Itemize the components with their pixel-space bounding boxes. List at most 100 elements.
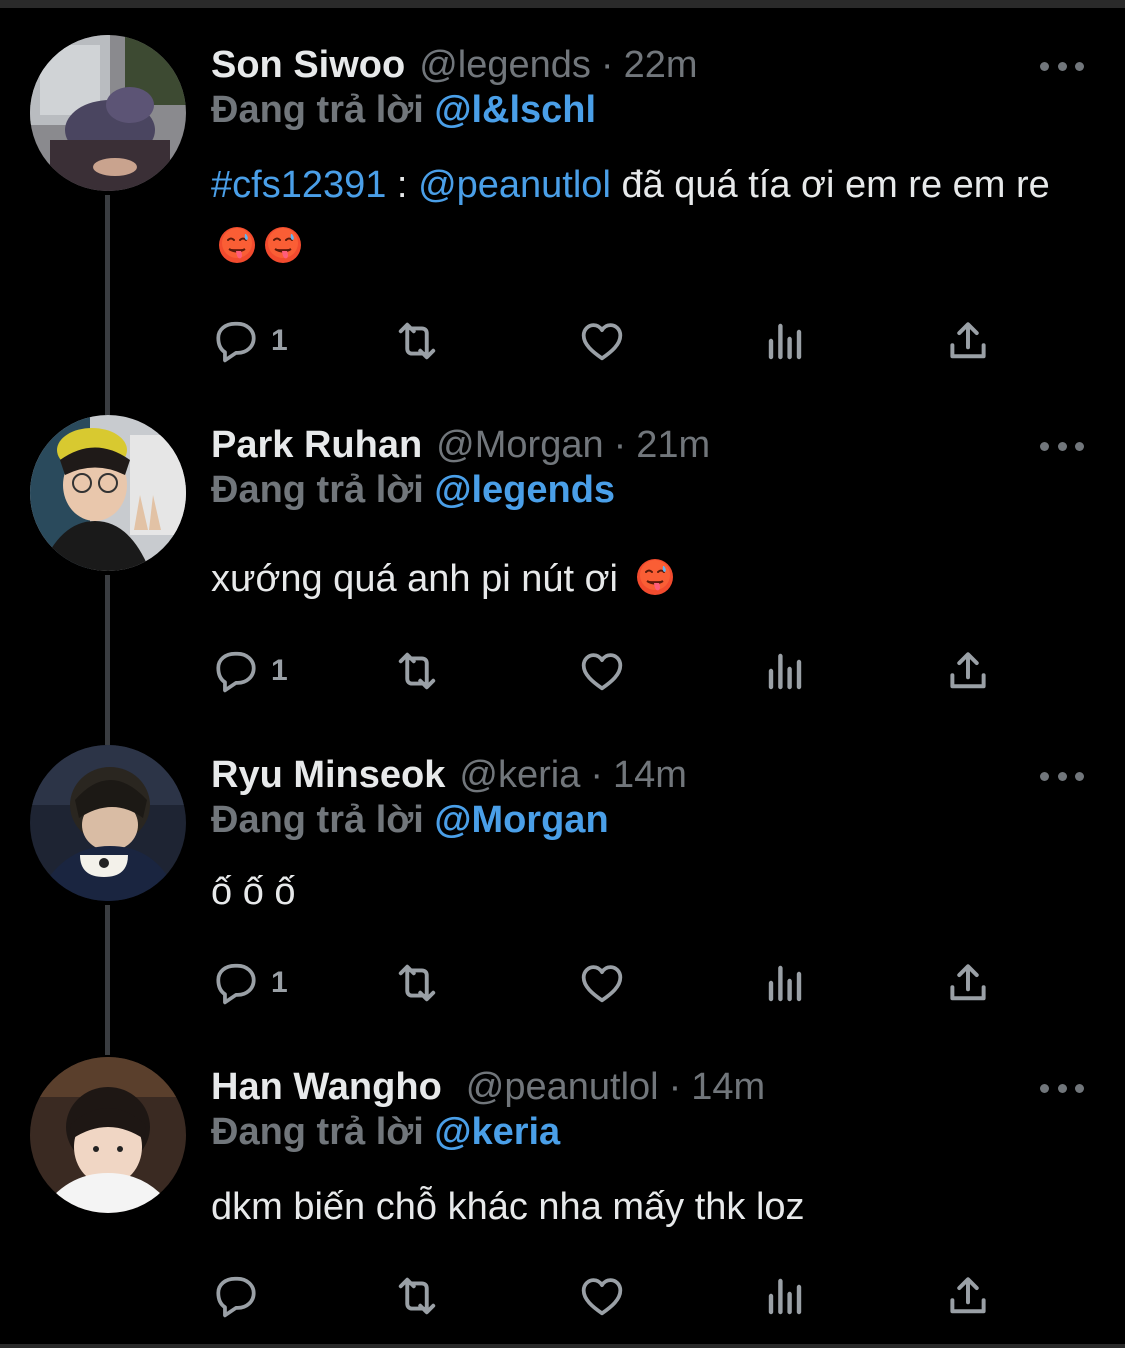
views-button[interactable] [761,643,809,699]
avatar[interactable] [30,745,186,901]
reply-mention[interactable]: @Morgan [434,799,608,841]
replying-label: Đang trả lời [211,1111,424,1153]
heart-icon [577,958,627,1008]
more-icon[interactable] [1040,53,1084,79]
retweet-button[interactable] [391,955,443,1011]
heart-icon [577,1271,627,1321]
hashtag-link[interactable]: #cfs12391 [211,164,386,206]
retweet-icon [391,957,443,1009]
tweet-text: #cfs12391 : @peanutlol đã quá tía ơi em … [211,154,1091,278]
tweet-han-wangho[interactable]: Han Wangho @peanutlol · 14m Đang trả lời… [0,1057,1125,1342]
retweet-icon [391,315,443,367]
heart-icon [577,646,627,696]
tweet-text: xướng quá anh pi nút ơi [211,548,1091,610]
username[interactable]: @keria [459,754,580,797]
display-name[interactable]: Han Wangho [211,1066,442,1109]
reply-icon [211,646,261,696]
hot-face-emoji [635,557,675,597]
share-button[interactable] [943,643,993,699]
share-button[interactable] [943,313,993,369]
display-name[interactable]: Son Siwoo [211,44,405,87]
action-bar: 1 [211,313,1001,369]
tweet-header: Han Wangho @peanutlol · 14m [211,1057,765,1117]
retweet-icon [391,1270,443,1322]
timestamp[interactable]: 14m [691,1066,765,1109]
avatar[interactable] [30,415,186,571]
retweet-button[interactable] [391,313,443,369]
reply-count: 1 [271,966,288,999]
display-name[interactable]: Ryu Minseok [211,754,445,797]
reply-mention[interactable]: @keria [434,1111,560,1153]
retweet-button[interactable] [391,1268,443,1324]
share-button[interactable] [943,1268,993,1324]
text-content: đã quá tía ơi em re em re [610,164,1050,206]
separator-dot: · [600,43,614,86]
replying-to: Đang trả lời @legends [211,469,615,512]
mention-link[interactable]: @peanutlol [418,164,611,206]
reply-mention[interactable]: @l&lschl [434,89,596,131]
bottom-border [0,1344,1125,1348]
hot-face-emoji [263,225,303,265]
reply-icon [211,958,261,1008]
analytics-icon [761,317,809,365]
tweet-park-ruhan[interactable]: Park Ruhan @Morgan · 21m Đang trả lời @l… [0,415,1125,745]
analytics-icon [761,959,809,1007]
timestamp[interactable]: 22m [624,44,698,87]
replying-label: Đang trả lời [211,469,424,511]
reply-button[interactable]: 1 [211,313,288,369]
share-button[interactable] [943,955,993,1011]
more-icon[interactable] [1040,433,1084,459]
username[interactable]: @Morgan [436,424,603,467]
more-icon[interactable] [1040,763,1084,789]
tweet-son-siwoo[interactable]: Son Siwoo @legends · 22m Đang trả lời @l… [0,35,1125,415]
replying-to: Đang trả lời @keria [211,1111,560,1154]
username[interactable]: @peanutlol [466,1066,659,1109]
replying-to: Đang trả lời @Morgan [211,799,609,842]
reply-icon [211,1271,261,1321]
replying-to: Đang trả lời @l&lschl [211,89,596,132]
views-button[interactable] [761,1268,809,1324]
username[interactable]: @legends [419,44,591,87]
share-icon [943,316,993,366]
thread-line [105,905,110,1055]
analytics-icon [761,647,809,695]
separator-dot: · [613,423,627,466]
reply-icon [211,316,261,366]
hot-face-emoji [217,225,257,265]
avatar[interactable] [30,1057,186,1213]
display-name[interactable]: Park Ruhan [211,424,422,467]
avatar[interactable] [30,35,186,191]
retweet-button[interactable] [391,643,443,699]
views-button[interactable] [761,955,809,1011]
replying-label: Đang trả lời [211,89,424,131]
tweet-text: dkm biến chỗ khác nha mấy thk loz [211,1176,1091,1238]
share-icon [943,1271,993,1321]
analytics-icon [761,1272,809,1320]
like-button[interactable] [577,313,627,369]
share-icon [943,958,993,1008]
more-icon[interactable] [1040,1075,1084,1101]
text-content: dkm biến chỗ khác nha mấy thk loz [211,1186,805,1228]
views-button[interactable] [761,313,809,369]
reply-button[interactable]: 1 [211,643,288,699]
reply-mention[interactable]: @legends [434,469,615,511]
reply-button[interactable]: 1 [211,955,288,1011]
timestamp[interactable]: 21m [636,424,710,467]
like-button[interactable] [577,643,627,699]
like-button[interactable] [577,1268,627,1324]
thread-line [105,575,110,745]
top-border [0,0,1125,8]
tweet-ryu-minseok[interactable]: Ryu Minseok @keria · 14m Đang trả lời @M… [0,745,1125,1055]
tweet-header: Ryu Minseok @keria · 14m [211,745,687,805]
reply-button[interactable] [211,1268,261,1324]
timestamp[interactable]: 14m [613,754,687,797]
like-button[interactable] [577,955,627,1011]
text-content: xướng quá anh pi nút ơi [211,558,618,600]
action-bar: 1 [211,955,1001,1011]
replying-label: Đang trả lời [211,799,424,841]
action-bar [211,1268,1001,1324]
separator-dot: · [590,753,603,796]
share-icon [943,646,993,696]
separator-dot: · [668,1065,682,1108]
reply-count: 1 [271,324,288,357]
